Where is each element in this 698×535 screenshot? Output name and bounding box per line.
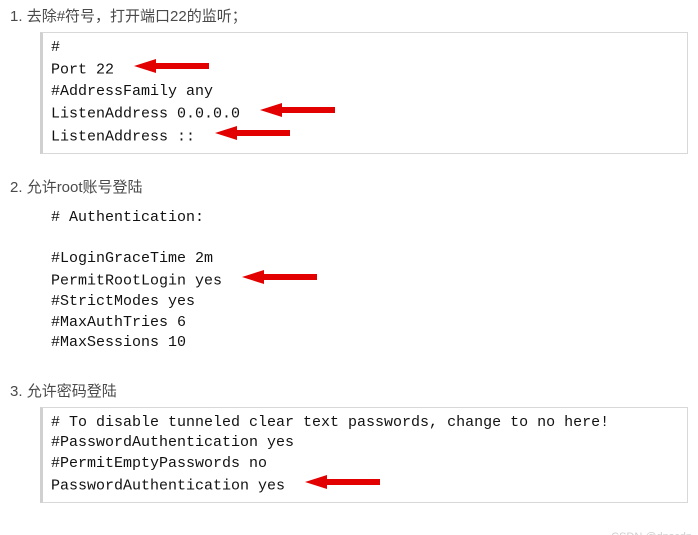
code-line: #StrictModes yes bbox=[51, 292, 680, 312]
code-line: PermitRootLogin yes bbox=[51, 269, 680, 292]
code-line: #MaxSessions 10 bbox=[51, 333, 680, 353]
code-line: ListenAddress 0.0.0.0 bbox=[51, 102, 679, 125]
step-text: 允许root账号登陆 bbox=[27, 179, 143, 196]
code-line: #PasswordAuthentication yes bbox=[51, 433, 679, 453]
code-line: #MaxAuthTries 6 bbox=[51, 313, 680, 333]
step-text: 允许密码登陆 bbox=[27, 383, 117, 400]
step-text: 去除#符号，打开端口22的监听； bbox=[27, 8, 247, 25]
step-title: 2. 允许root账号登陆 bbox=[10, 176, 688, 197]
arrow-icon bbox=[305, 474, 380, 497]
code-line: #AddressFamily any bbox=[51, 82, 679, 102]
step-1: 1. 去除#符号，打开端口22的监听； # Port 22 #AddressFa… bbox=[10, 5, 688, 154]
arrow-icon bbox=[242, 269, 317, 292]
step-title: 1. 去除#符号，打开端口22的监听； bbox=[10, 5, 688, 26]
arrow-icon bbox=[134, 58, 209, 81]
code-line: PasswordAuthentication yes bbox=[51, 474, 679, 497]
code-block-3: # To disable tunneled clear text passwor… bbox=[40, 407, 688, 503]
step-2: 2. 允许root账号登陆 # Authentication: #LoginGr… bbox=[10, 176, 688, 358]
code-line: # Authentication: bbox=[51, 208, 680, 228]
code-line: #PermitEmptyPasswords no bbox=[51, 454, 679, 474]
arrow-icon bbox=[260, 102, 335, 125]
code-line bbox=[51, 229, 680, 249]
step-num: 2. bbox=[10, 179, 23, 196]
step-3: 3. 允许密码登陆 # To disable tunneled clear te… bbox=[10, 380, 688, 503]
arrow-icon bbox=[215, 125, 290, 148]
code-line: Port 22 bbox=[51, 58, 679, 81]
code-line: # bbox=[51, 38, 679, 58]
step-num: 1. bbox=[10, 8, 23, 25]
step-title: 3. 允许密码登陆 bbox=[10, 380, 688, 401]
code-line: ListenAddress :: bbox=[51, 125, 679, 148]
code-block-2: # Authentication: #LoginGraceTime 2m Per… bbox=[40, 203, 688, 358]
code-line: #LoginGraceTime 2m bbox=[51, 249, 680, 269]
code-line: # To disable tunneled clear text passwor… bbox=[51, 413, 679, 433]
watermark: CSDN @dpscdp bbox=[611, 531, 692, 535]
step-num: 3. bbox=[10, 383, 23, 400]
code-block-1: # Port 22 #AddressFamily any ListenAddre… bbox=[40, 32, 688, 154]
